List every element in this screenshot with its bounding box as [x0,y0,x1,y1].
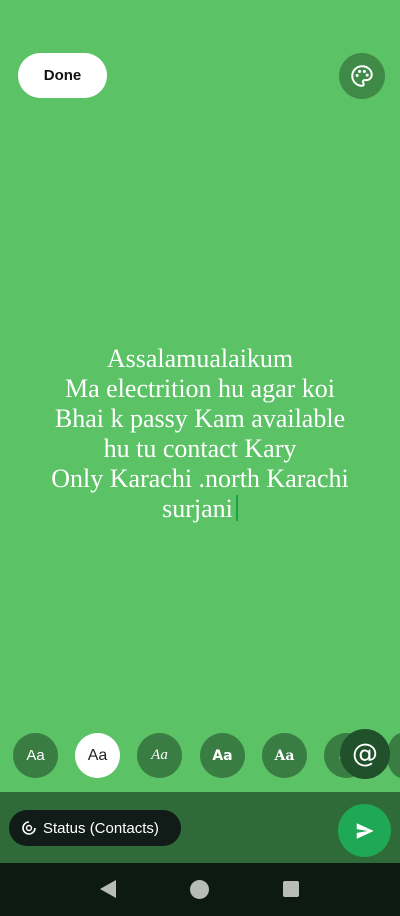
color-palette-button[interactable] [339,53,385,99]
mention-button[interactable]: @ [340,729,390,779]
font-option-selected[interactable]: Aa [75,733,120,778]
status-text-line: surjani [162,494,233,523]
done-button[interactable]: Done [18,53,107,98]
palette-icon [349,63,375,89]
at-sign-icon: @ [352,739,378,769]
send-icon [354,820,376,842]
text-cursor [235,495,238,521]
home-icon[interactable] [190,880,209,899]
recents-icon[interactable] [283,881,299,897]
status-text-line: Bhai k passy Kam available [54,404,346,433]
font-option-bold-serif[interactable]: Aa [262,733,307,778]
status-text-line: Ma electrition hu agar koi [64,374,336,403]
font-option-italic-serif[interactable]: Aa [137,733,182,778]
font-option-bold-sans[interactable]: Aa [200,733,245,778]
status-audience-chip[interactable]: Status (Contacts) [9,810,181,846]
status-text-last-line: surjani [0,494,400,524]
status-canvas[interactable]: Done Assalamualaikum Ma electrition hu a… [0,0,400,792]
status-text-line: Only Karachi .north Karachi [51,464,349,493]
status-audience-label: Status (Contacts) [43,819,159,837]
composer-bar: Status (Contacts) [0,792,400,863]
status-text-editor[interactable]: Assalamualaikum Ma electrition hu agar k… [0,344,400,524]
status-text-line: Assalamualaikum [106,344,294,373]
font-option-sans[interactable]: Aa [13,733,58,778]
send-button[interactable] [338,804,391,857]
status-text-line: hu tu contact Kary [103,434,297,463]
status-ring-icon [21,820,37,836]
back-icon[interactable] [100,880,116,898]
system-navigation-bar [0,863,400,916]
